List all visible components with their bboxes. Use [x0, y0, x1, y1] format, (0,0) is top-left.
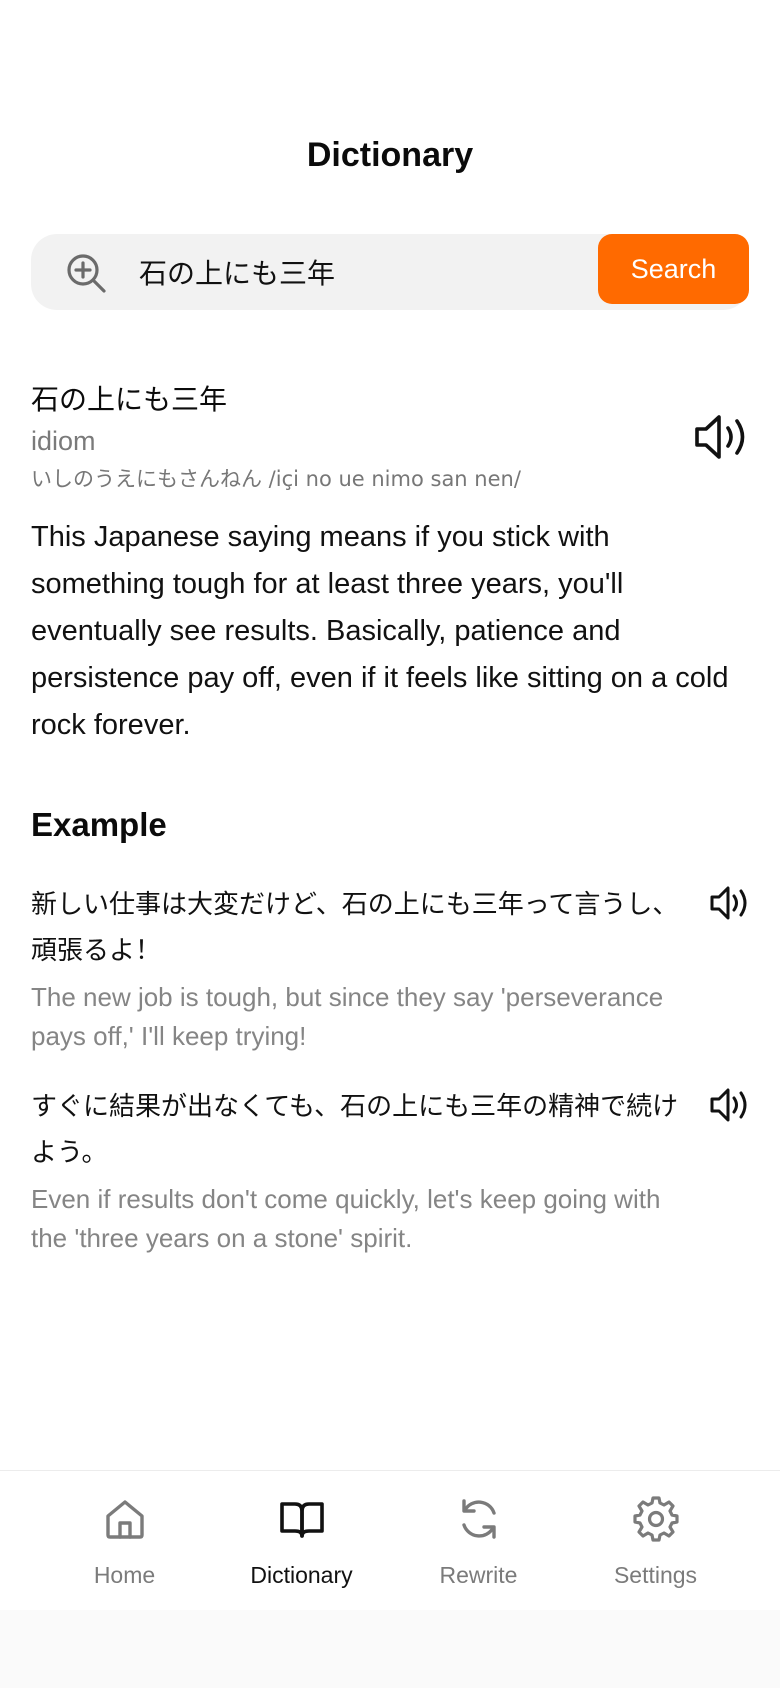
tab-label: Rewrite — [439, 1562, 518, 1588]
examples-list: 新しい仕事は大変だけど、石の上にも三年って言うし、頑張るよ！ The new j… — [31, 882, 751, 1286]
speaker-icon[interactable] — [709, 884, 751, 922]
page-title: Dictionary — [306, 136, 474, 174]
tab-bar: Home Dictionary Rewrite Settings — [0, 1470, 780, 1610]
entry-term: 石の上にも三年 — [31, 383, 228, 416]
search-bar: Search — [31, 234, 749, 310]
example-item: すぐに結果が出なくても、石の上にも三年の精神で続けよう。 Even if res… — [31, 1084, 751, 1258]
gear-icon — [632, 1495, 680, 1548]
search-input[interactable] — [139, 234, 619, 310]
book-icon — [278, 1495, 326, 1548]
example-item: 新しい仕事は大変だけど、石の上にも三年って言うし、頑張るよ！ The new j… — [31, 882, 751, 1056]
speaker-icon[interactable] — [709, 1086, 751, 1124]
tab-label: Dictionary — [250, 1562, 353, 1588]
example-japanese: すぐに結果が出なくても、石の上にも三年の精神で続けよう。 — [31, 1092, 679, 1168]
speaker-icon[interactable] — [693, 412, 751, 462]
tab-dictionary[interactable]: Dictionary — [217, 1471, 387, 1610]
dictionary-screen: Dictionary Search 石の上にも三年 idiom いしのうえにもさ… — [0, 0, 780, 1688]
tab-settings[interactable]: Settings — [571, 1471, 741, 1610]
examples-title: Example — [31, 806, 167, 843]
tab-rewrite[interactable]: Rewrite — [394, 1471, 564, 1610]
example-translation: The new job is tough, but since they say… — [31, 982, 664, 1051]
dictionary-entry: 石の上にも三年 idiom いしのうえにもさんねん /içi no ue nim… — [31, 378, 751, 493]
example-translation: Even if results don't come quickly, let'… — [31, 1184, 661, 1253]
entry-reading: いしのうえにもさんねん /içi no ue nimo san nen/ — [31, 467, 521, 491]
refresh-icon — [455, 1495, 503, 1548]
entry-definition: This Japanese saying means if you stick … — [31, 521, 729, 741]
example-japanese: 新しい仕事は大変だけど、石の上にも三年って言うし、頑張るよ！ — [31, 890, 679, 966]
part-of-speech: idiom — [31, 426, 96, 456]
tab-home[interactable]: Home — [40, 1471, 210, 1610]
home-indicator-area — [0, 1610, 780, 1688]
tab-label: Settings — [613, 1562, 698, 1588]
search-plus-icon — [65, 252, 107, 294]
home-icon — [101, 1495, 149, 1548]
tab-label: Home — [93, 1562, 156, 1588]
search-button[interactable]: Search — [598, 234, 749, 304]
